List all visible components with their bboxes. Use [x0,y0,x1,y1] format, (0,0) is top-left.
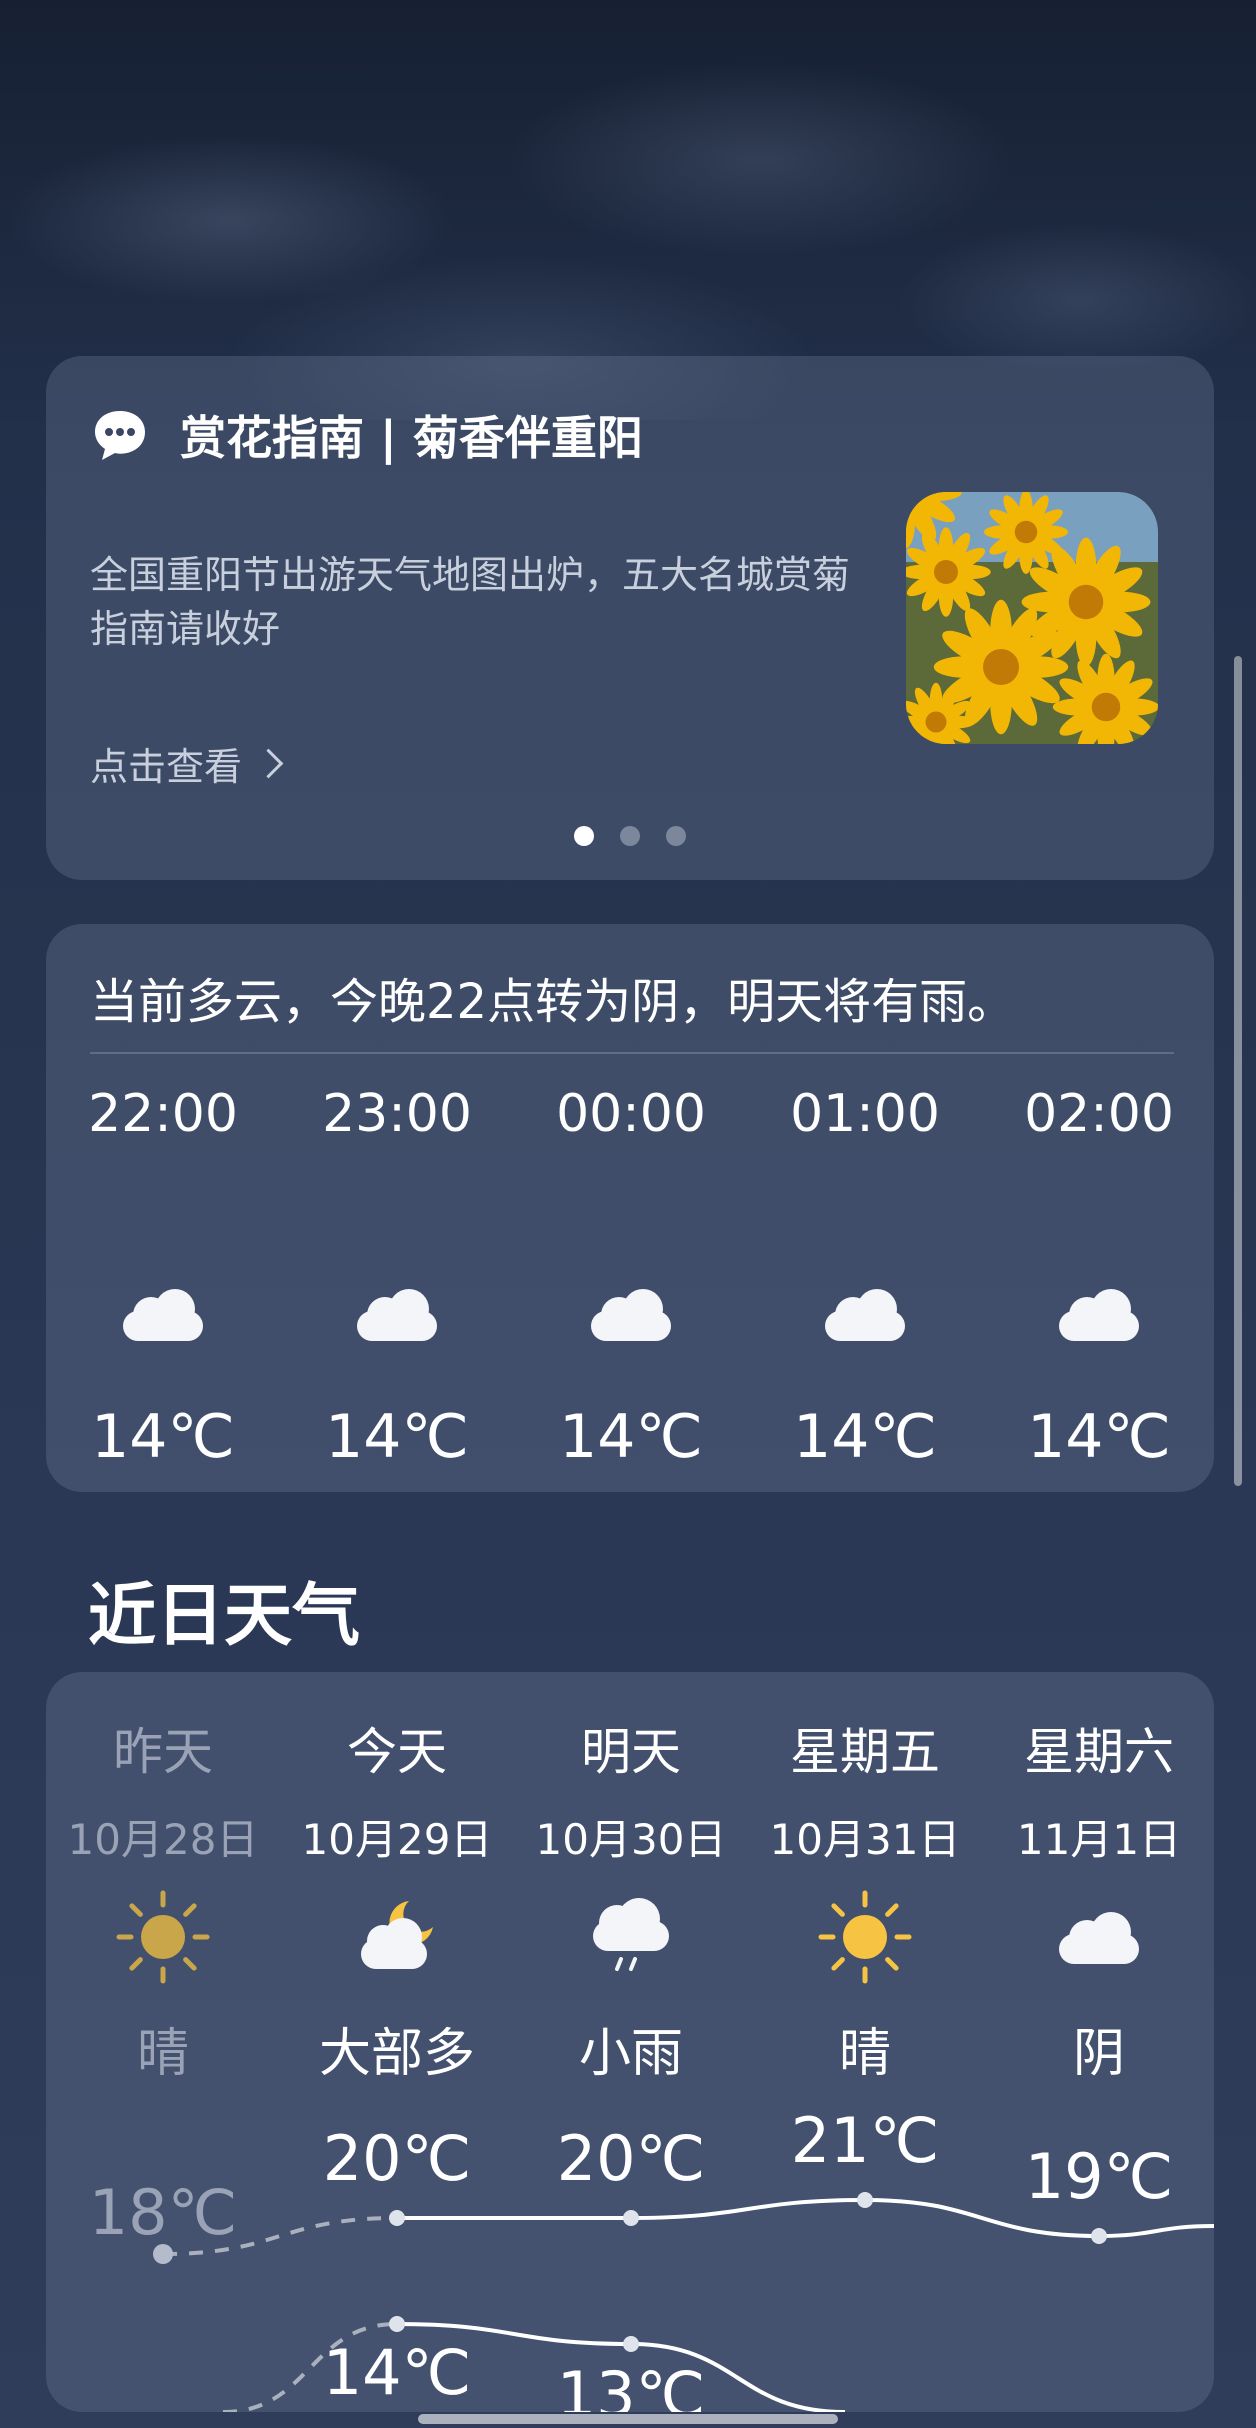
temperature-label: 14℃ [323,2336,472,2409]
day-condition: 大部多 [318,2024,475,2084]
temperature-label: 20℃ [323,2122,472,2195]
hour-item: 00:00 14℃ [531,1084,731,1472]
hour-item: 22:00 14℃ [63,1084,263,1472]
hour-temperature: 14℃ [1027,1402,1171,1472]
day-date: 10月28日 [67,1815,259,1864]
weather-summary: 当前多云，今晚22点转为阴，明天将有雨。 [90,974,1016,1030]
day-name: 星期六 [1024,1723,1174,1781]
hour-item: 02:00 14℃ [999,1084,1199,1472]
day-name: 明天 [581,1723,681,1781]
cloud-icon [1049,1887,1149,1987]
cloud-icon [357,1286,437,1342]
home-indicator[interactable] [418,2414,838,2424]
day-condition: 小雨 [578,2024,683,2084]
high-temp-point [623,2210,639,2226]
temperature-label: 19℃ [1025,2140,1174,2213]
day-date: 10月29日 [301,1815,493,1864]
day-name: 今天 [347,1723,447,1781]
cloud-icon [1059,1286,1139,1342]
day-item[interactable]: 今天 10月29日大部多 [287,1712,507,2086]
day-name: 星期五 [790,1723,940,1781]
temperature-label: 13℃ [557,2358,706,2412]
light-rain-icon [581,1887,681,1987]
scrollbar[interactable] [1234,656,1242,1486]
hour-item: 01:00 14℃ [765,1084,965,1472]
hour-item: 23:00 14℃ [297,1084,497,1472]
cloudy-night-moon-icon [347,1887,447,1987]
hour-time: 22:00 [88,1084,238,1144]
day-date: 10月30日 [535,1815,727,1864]
chevron-right-icon [253,748,284,779]
view-details-label: 点击查看 [90,745,243,789]
hour-temperature: 14℃ [91,1402,235,1472]
carousel-dot[interactable] [574,826,594,846]
day-date: 11月1日 [1016,1815,1182,1864]
hourly-forecast-card: 当前多云，今晚22点转为阴，明天将有雨。 22:00 14℃ 23:00 14℃ 00:… [46,924,1214,1492]
cloud-icon [825,1286,905,1342]
day-condition: 晴 [838,2024,891,2084]
temperature-label: 21℃ [791,2104,940,2177]
recent-weather-heading: 近日天气 [88,1577,361,1656]
day-item[interactable]: 星期六 11月1日阴 [989,1712,1209,2086]
flower-guide-banner[interactable]: 赏花指南 | 菊香伴重阳 全国重阳节出游天气地图出炉，五大名城赏菊指南请收好 点… [46,356,1214,880]
hour-temperature: 14℃ [325,1402,469,1472]
hour-temperature: 14℃ [793,1402,937,1472]
hour-time: 02:00 [1024,1084,1174,1144]
day-condition: 阴 [1072,2024,1125,2084]
day-date: 10月31日 [769,1815,961,1864]
banner-description: 全国重阳节出游天气地图出炉，五大名城赏菊指南请收好 [90,553,851,651]
banner-title: 赏花指南 | 菊香伴重阳 [180,411,643,465]
hour-time: 01:00 [790,1084,940,1144]
carousel-dots[interactable] [46,826,1214,846]
high-temp-point [857,2192,873,2208]
cloud-icon [591,1286,671,1342]
carousel-dot[interactable] [620,826,640,846]
banner-header: 赏花指南 | 菊香伴重阳 [90,402,643,468]
day-name: 昨天 [113,1723,213,1781]
sun-icon [815,1887,915,1987]
day-item[interactable]: 星期五 10月31日晴 [755,1712,975,2086]
cloud-icon [123,1286,203,1342]
day-item[interactable]: 明天 10月30日小雨 [521,1712,741,2086]
high-temp-point [389,2210,405,2226]
divider [90,1052,1174,1054]
hourly-list[interactable]: 22:00 14℃ 23:00 14℃ 00:00 14℃ 01:00 14℃ 02:00 14℃ [46,1084,1214,1484]
hour-temperature: 14℃ [559,1402,703,1472]
high-temp-point [1091,2228,1107,2244]
daily-forecast-card[interactable]: 18℃ 20℃ 20℃ 21℃ 19℃ 14℃ 13℃ 昨天 10月28日晴 今天 10月29日大… [46,1672,1214,2412]
hour-time: 23:00 [322,1084,472,1144]
low-temp-point [623,2336,639,2352]
chat-bubble-icon [90,405,150,465]
low-temp-point [389,2316,405,2332]
day-condition: 晴 [136,2024,189,2084]
carousel-dot[interactable] [666,826,686,846]
view-details-link[interactable]: 点击查看 [90,736,284,791]
hour-time: 00:00 [556,1084,706,1144]
sun-icon [113,1887,213,1987]
chrysanthemum-photo[interactable] [906,492,1158,744]
temperature-label: 20℃ [557,2122,706,2195]
day-item[interactable]: 昨天 10月28日晴 [53,1712,273,2086]
temperature-label: 18℃ [89,2176,238,2249]
